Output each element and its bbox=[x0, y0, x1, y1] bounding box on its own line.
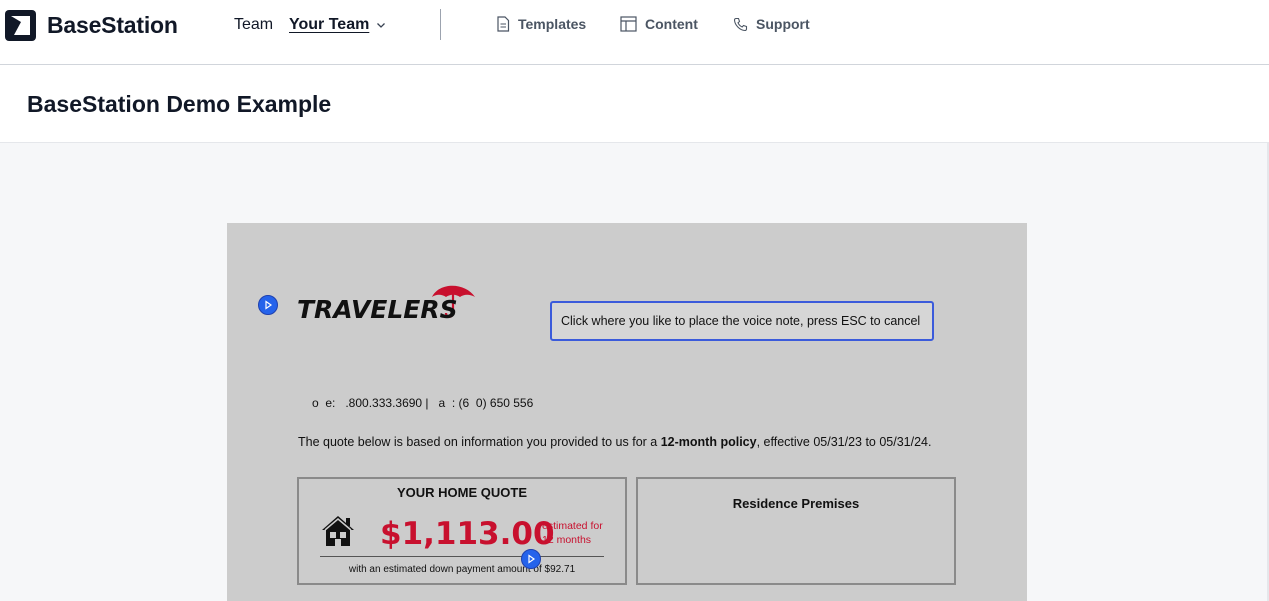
page-title: BaseStation Demo Example bbox=[27, 91, 332, 117]
header-divider bbox=[440, 9, 441, 40]
travelers-wordmark: TRAVELERS bbox=[297, 295, 458, 324]
quote-description: The quote below is based on information … bbox=[298, 435, 957, 450]
estimate-line-1: estimated for bbox=[542, 520, 603, 532]
residence-premises-box: Residence Premises bbox=[636, 477, 956, 585]
chevron-down-icon bbox=[377, 23, 386, 28]
voice-note-placement-hint: Click where you like to place the voice … bbox=[550, 301, 934, 341]
estimate-line-2: 12 months bbox=[542, 534, 592, 546]
top-navigation-bar: BaseStation Team Your Team Templates Con… bbox=[0, 0, 1269, 65]
phone-icon bbox=[733, 17, 748, 31]
house-icon bbox=[322, 516, 354, 546]
home-quote-title: YOUR HOME QUOTE bbox=[396, 485, 527, 500]
team-selector[interactable]: Your Team bbox=[289, 16, 386, 34]
quote-estimate-note: estimated for 12 months bbox=[542, 519, 603, 547]
travelers-umbrella-logo: TRAVELERS bbox=[297, 285, 475, 324]
app-logo[interactable]: BaseStation bbox=[5, 10, 178, 41]
nav-templates[interactable]: Templates bbox=[496, 16, 586, 32]
quote-term: 12-month policy bbox=[660, 435, 757, 449]
nav-content-label: Content bbox=[645, 16, 698, 32]
team-label: Team bbox=[234, 16, 274, 33]
basestation-logo-icon bbox=[5, 10, 36, 41]
layout-icon bbox=[620, 16, 637, 32]
quote-effective-dates: , effective 05/31/23 to 05/31/24. bbox=[756, 435, 932, 449]
quote-divider bbox=[320, 556, 604, 557]
team-selector-value: Your Team bbox=[289, 16, 370, 33]
contact-line: o e: .800.333.3690 | a : (6 0) 650 556 bbox=[312, 396, 534, 410]
play-icon bbox=[528, 554, 536, 564]
nav-templates-label: Templates bbox=[518, 16, 587, 32]
travelers-logo: TRAVELERS bbox=[297, 283, 479, 330]
residence-premises-title: Residence Premises bbox=[732, 496, 860, 511]
quote-intro: The quote below is based on information … bbox=[298, 435, 661, 449]
nav-support-label: Support bbox=[756, 16, 810, 32]
document-preview[interactable]: TRAVELERS Click where you like to place … bbox=[227, 223, 1027, 601]
home-quote-box: YOUR HOME QUOTE $1,113.00 estimated for … bbox=[297, 477, 627, 585]
voice-note-play-button-2[interactable] bbox=[521, 549, 541, 569]
app-name: BaseStation bbox=[47, 12, 178, 38]
nav-content[interactable]: Content bbox=[620, 16, 698, 32]
down-payment-note: with an estimated down payment amount of… bbox=[348, 564, 576, 575]
quote-price: $1,113.00 bbox=[380, 516, 555, 552]
nav-support[interactable]: Support bbox=[733, 16, 810, 32]
page-header: BaseStation Demo Example bbox=[0, 66, 1269, 143]
play-icon bbox=[265, 300, 273, 310]
document-icon bbox=[497, 16, 510, 32]
voice-note-play-button[interactable] bbox=[258, 295, 278, 315]
